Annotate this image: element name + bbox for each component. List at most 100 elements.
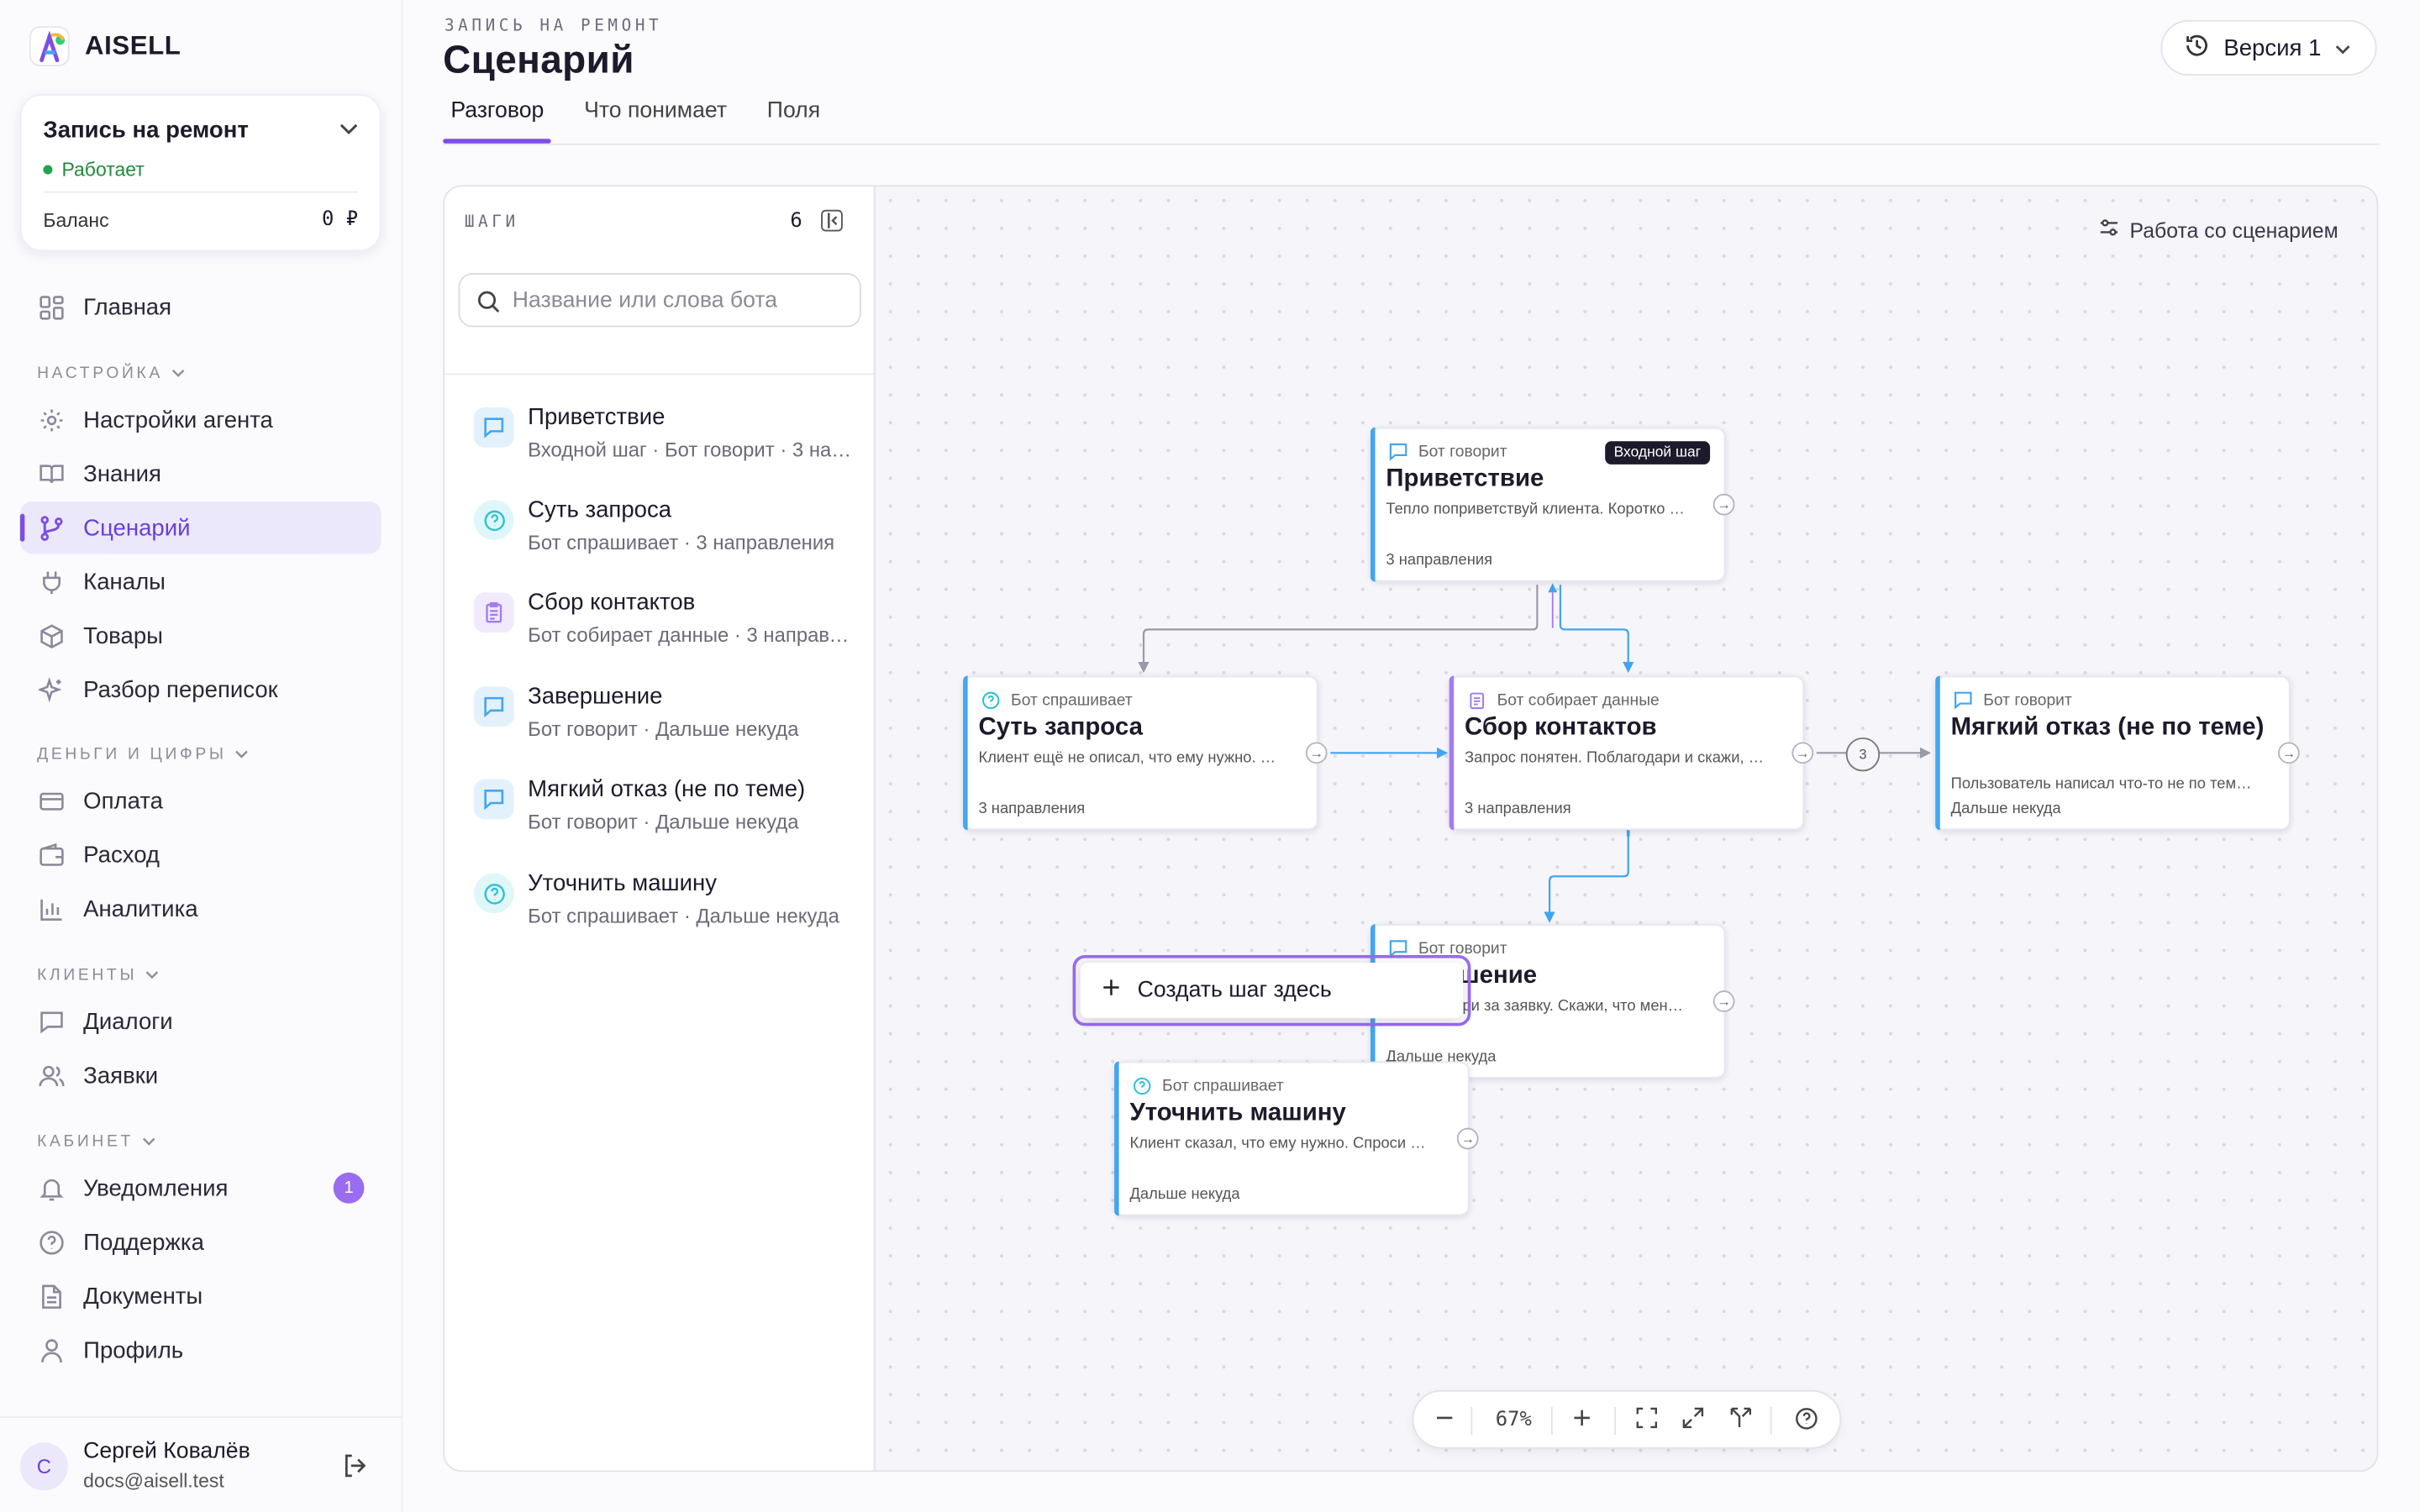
nav-requests[interactable]: Заявки [20, 1049, 381, 1101]
help-icon[interactable] [1795, 1407, 1818, 1435]
chevron-down-icon [145, 971, 158, 979]
node-output-arrow-icon[interactable]: → [2278, 742, 2300, 764]
section-money[interactable]: ДЕНЬГИ И ЦИФРЫ [37, 745, 248, 764]
fit-view-icon[interactable] [1636, 1407, 1658, 1433]
create-step-here-button[interactable]: Создать шаг здесь [1080, 963, 1464, 1019]
branch-icon [37, 514, 65, 542]
entry-step-badge: Входной шаг [1604, 441, 1711, 465]
expand-icon[interactable] [1682, 1407, 1704, 1433]
user-panel: С Сергей Ковалёв docs@aisell.test [0, 1416, 403, 1512]
node-output-arrow-icon[interactable]: → [1712, 990, 1735, 1012]
node-description: Клиент сказал, что ему нужно. Спроси мар… [1129, 1135, 1434, 1153]
scenario-editor: ШАГИ 6 Название или слова бота Приветств… [443, 185, 2379, 1473]
plug-icon [37, 568, 65, 596]
nav-dialogs[interactable]: Диалоги [20, 995, 381, 1047]
chat-icon [473, 779, 514, 820]
node-essence[interactable]: Бот спрашивает Суть запроса Клиент ещё н… [963, 675, 1328, 831]
chevron-down-icon[interactable] [339, 118, 358, 140]
nav-documents[interactable]: Документы [20, 1270, 381, 1322]
zoom-in-button[interactable] [1573, 1407, 1591, 1433]
tab-conversation[interactable]: Разговор [443, 96, 553, 144]
step-subtitle: Бот спрашивает · Дальше некуда [528, 904, 839, 927]
nav-profile[interactable]: Профиль [20, 1324, 381, 1376]
section-money-label: ДЕНЬГИ И ЦИФРЫ [37, 745, 227, 764]
user-email: docs@aisell.test [83, 1470, 224, 1493]
nav-expense[interactable]: Расход [20, 828, 381, 880]
document-icon [37, 1282, 65, 1310]
zoom-level: 67% [1495, 1408, 1532, 1432]
nav-scenario[interactable]: Сценарий [19, 501, 381, 554]
collapse-panel-icon[interactable] [821, 209, 843, 232]
node-description: Клиент ещё не описал, что ему нужно. Спр… [978, 749, 1282, 767]
edge-count-marker[interactable]: 3 [1845, 737, 1881, 772]
step-item[interactable]: Суть запроса Бот спрашивает · 3 направле… [473, 496, 857, 570]
steps-search-input[interactable]: Название или слова бота [458, 273, 861, 328]
brand-name: AISELL [85, 30, 182, 60]
nav-notifications-label: Уведомления [83, 1174, 229, 1201]
avatar[interactable]: С [19, 1442, 68, 1491]
notifications-badge: 1 [333, 1172, 365, 1204]
nav-agent-settings[interactable]: Настройки агента [20, 393, 381, 445]
node-title: Уточнить машину [1129, 1100, 1346, 1126]
section-cabinet[interactable]: КАБИНЕТ [37, 1132, 155, 1151]
flow-canvas[interactable]: Работа со сценарием 3 Бот говорит Входно… [876, 186, 2377, 1471]
nav-notifications[interactable]: Уведомления 1 [20, 1162, 381, 1214]
step-subtitle: Бот говорит · Дальше некуда [528, 717, 799, 741]
tab-fields[interactable]: Поля [760, 96, 829, 144]
steps-count: 6 [790, 209, 802, 234]
node-output-arrow-icon[interactable]: → [1456, 1127, 1479, 1150]
node-contacts[interactable]: Бот собирает данные Сбор контактов Запро… [1449, 675, 1814, 831]
question-icon [473, 873, 514, 914]
logo-mark-icon [29, 26, 70, 66]
nav-home[interactable]: Главная [20, 281, 381, 333]
step-item[interactable]: Сбор контактов Бот собирает данные · 3 н… [473, 590, 857, 664]
nav-profile-label: Профиль [83, 1336, 184, 1363]
step-item[interactable]: Завершение Бот говорит · Дальше некуда [473, 684, 857, 758]
nav-expense-label: Расход [83, 841, 160, 869]
step-item[interactable]: Уточнить машину Бот спрашивает · Дальше … [473, 870, 857, 944]
node-output-arrow-icon[interactable]: → [1305, 742, 1328, 764]
divider [1614, 1407, 1617, 1436]
zoom-out-button[interactable] [1435, 1407, 1454, 1433]
nav-support[interactable]: Поддержка [20, 1215, 381, 1268]
step-title: Мягкий отказ (не по теме) [528, 775, 806, 803]
question-icon [981, 690, 1002, 710]
nav-payment[interactable]: Оплата [20, 774, 381, 827]
project-name: Запись на ремонт [43, 117, 249, 144]
nav-agent-label: Настройки агента [83, 406, 273, 433]
auto-layout-icon[interactable] [1730, 1407, 1752, 1433]
step-item[interactable]: Приветствие Входной шаг · Бот говорит · … [473, 404, 857, 478]
chevron-down-icon [2335, 34, 2350, 60]
nav-goods[interactable]: Товары [20, 610, 381, 662]
section-clients[interactable]: КЛИЕНТЫ [37, 966, 159, 984]
step-subtitle: Бот собирает данные · 3 направления [528, 623, 852, 647]
nav-analytics[interactable]: Аналитика [20, 883, 381, 935]
section-clients-label: КЛИЕНТЫ [37, 965, 138, 984]
tab-understands[interactable]: Что понимает [576, 96, 734, 144]
logout-icon[interactable] [341, 1452, 369, 1487]
version-selector[interactable]: Версия 1 [2160, 19, 2377, 76]
node-kind: Бот говорит [1983, 690, 2072, 710]
node-kind: Бот говорит [1418, 443, 1507, 462]
book-icon [37, 459, 65, 487]
project-card[interactable]: Запись на ремонт Работает Баланс 0 ₽ [19, 94, 381, 252]
nav-requests-label: Заявки [83, 1062, 159, 1089]
wallet-icon [37, 841, 65, 869]
divider [444, 373, 874, 375]
brand-logo[interactable]: AISELL [29, 26, 181, 66]
step-subtitle: Бот спрашивает · 3 направления [528, 530, 835, 554]
section-settings[interactable]: НАСТРОЙКА [37, 364, 185, 383]
node-soft-refusal[interactable]: Бот говорит Мягкий отказ (не по теме) По… [1935, 675, 2300, 831]
node-output-arrow-icon[interactable]: → [1791, 742, 1814, 764]
node-greeting[interactable]: Бот говорит Входной шаг Приветствие Тепл… [1370, 427, 1735, 582]
nav-review[interactable]: Разбор переписок [20, 664, 381, 716]
nav-channels[interactable]: Каналы [20, 555, 381, 607]
node-clarify-car[interactable]: Бот спрашивает Уточнить машину Клиент ск… [1114, 1061, 1479, 1216]
step-item[interactable]: Мягкий отказ (не по теме) Бот говорит · … [473, 775, 857, 850]
chat-icon [473, 686, 514, 727]
node-description: Запрос понятен. Поблагодари и скажи, что… [1465, 749, 1769, 767]
node-output-arrow-icon[interactable]: → [1712, 493, 1735, 516]
project-status: Работает [43, 159, 145, 181]
nav-knowledge[interactable]: Знания [20, 448, 381, 500]
chat-icon [1389, 441, 1409, 461]
